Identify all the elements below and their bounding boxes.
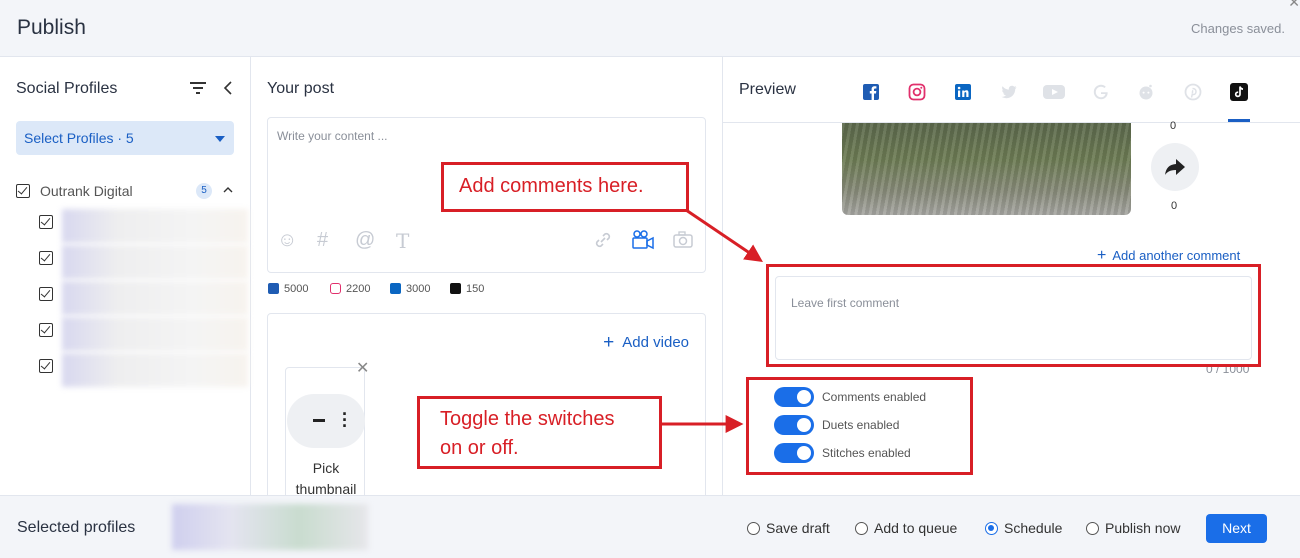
- minus-icon[interactable]: [313, 419, 325, 422]
- camera-icon[interactable]: [673, 231, 693, 249]
- profile-avatar: [62, 245, 248, 279]
- toggle-callout-line1: Toggle the switches: [440, 408, 615, 430]
- preview-title: Preview: [739, 81, 796, 98]
- profile-avatar: [62, 209, 248, 243]
- plus-icon: +: [603, 332, 615, 353]
- tab-twitter-icon[interactable]: [1000, 83, 1018, 101]
- group-count-badge: 5: [196, 183, 212, 199]
- radio-selected-icon[interactable]: [985, 522, 998, 535]
- group-checkbox[interactable]: [16, 184, 30, 198]
- profile-group[interactable]: Outrank Digital 5: [16, 181, 246, 201]
- add-to-queue-option[interactable]: Add to queue: [855, 520, 957, 536]
- comment-highlight-box: [766, 264, 1261, 367]
- chevron-left-icon[interactable]: [222, 81, 234, 95]
- add-another-comment-button[interactable]: + Add another comment: [1097, 247, 1240, 265]
- toggles-highlight-box: [746, 377, 973, 475]
- plus-icon: +: [1097, 247, 1107, 264]
- comments-callout: Add comments here.: [441, 162, 689, 212]
- tab-linkedin-icon[interactable]: [954, 83, 972, 101]
- comments-callout-text: Add comments here.: [459, 175, 644, 197]
- instagram-icon: [330, 283, 341, 294]
- share-arrow-icon: [1165, 159, 1185, 175]
- chevron-up-icon[interactable]: [223, 185, 233, 195]
- page-title: Publish: [17, 16, 86, 39]
- post-title: Your post: [267, 80, 335, 97]
- profile-checkbox[interactable]: [39, 287, 53, 301]
- tiktok-limit: 150: [450, 283, 484, 295]
- next-button[interactable]: Next: [1206, 514, 1267, 543]
- profile-checkbox[interactable]: [39, 359, 53, 373]
- save-status: Changes saved.: [1191, 21, 1285, 36]
- close-icon[interactable]: ✕: [1288, 0, 1300, 11]
- link-icon[interactable]: [594, 231, 612, 249]
- profile-row[interactable]: [39, 317, 249, 351]
- toggle-callout: Toggle the switches on or off.: [417, 396, 662, 469]
- active-tab-indicator: [1228, 119, 1250, 122]
- tab-tiktok-icon[interactable]: [1230, 83, 1248, 101]
- like-count: 0: [1170, 120, 1177, 132]
- content-placeholder: Write your content ...: [277, 129, 388, 143]
- footer-bar: Selected profiles Save draft Add to queu…: [0, 495, 1300, 558]
- profile-row[interactable]: [39, 281, 249, 315]
- tab-facebook-icon[interactable]: [862, 83, 880, 101]
- tab-google-icon[interactable]: [1092, 83, 1110, 101]
- publish-now-option[interactable]: Publish now: [1086, 520, 1181, 536]
- preview-tabs: Preview: [723, 57, 1300, 123]
- save-draft-option[interactable]: Save draft: [747, 520, 830, 536]
- select-profiles-label: Select Profiles · 5: [24, 130, 134, 146]
- more-options-icon[interactable]: · · ·: [342, 405, 348, 435]
- linkedin-icon: [390, 283, 401, 294]
- tab-pinterest-icon[interactable]: [1184, 83, 1202, 101]
- share-button[interactable]: [1151, 143, 1199, 191]
- radio-icon[interactable]: [855, 522, 868, 535]
- schedule-option[interactable]: Schedule: [985, 520, 1062, 536]
- facebook-limit: 5000: [268, 283, 308, 295]
- selected-profiles-label: Selected profiles: [17, 519, 136, 536]
- group-name: Outrank Digital: [40, 183, 133, 199]
- profile-checkbox[interactable]: [39, 323, 53, 337]
- mention-icon[interactable]: @: [355, 229, 375, 252]
- radio-icon[interactable]: [747, 522, 760, 535]
- profile-avatar: [62, 317, 248, 351]
- thumbnail-controls: · · ·: [287, 394, 365, 448]
- thumbnail-card[interactable]: · · · Pick thumbnail: [285, 367, 365, 507]
- profile-row[interactable]: [39, 245, 249, 279]
- facebook-icon: [268, 283, 279, 294]
- toggle-callout-line2: on or off.: [440, 437, 519, 459]
- tab-reddit-icon[interactable]: [1137, 83, 1155, 101]
- profile-checkbox[interactable]: [39, 215, 53, 229]
- profile-checkbox[interactable]: [39, 251, 53, 265]
- select-profiles-dropdown[interactable]: Select Profiles · 5: [16, 121, 234, 155]
- profile-avatar: [62, 281, 248, 315]
- video-camera-icon[interactable]: [632, 230, 654, 250]
- emoji-icon[interactable]: ☺: [277, 229, 297, 252]
- pick-thumbnail-label: Pick thumbnail: [295, 460, 357, 497]
- header: Publish Changes saved. ✕: [0, 0, 1300, 57]
- social-profiles-title: Social Profiles: [16, 80, 118, 97]
- hashtag-icon[interactable]: #: [317, 229, 328, 252]
- video-preview: [842, 123, 1131, 215]
- remove-video-icon[interactable]: ✕: [356, 358, 369, 378]
- social-profiles-panel: Social Profiles Select Profiles · 5 Outr…: [0, 57, 251, 495]
- tab-instagram-icon[interactable]: [908, 83, 926, 101]
- profile-row[interactable]: [39, 353, 249, 387]
- caret-down-icon: [215, 136, 225, 142]
- filter-icon[interactable]: [190, 81, 206, 95]
- add-video-button[interactable]: + Add video: [603, 332, 689, 354]
- selected-profile-avatars: [172, 504, 368, 550]
- radio-icon[interactable]: [1086, 522, 1099, 535]
- text-format-icon[interactable]: T: [396, 229, 409, 253]
- profile-row[interactable]: [39, 209, 249, 243]
- tab-youtube-icon[interactable]: [1042, 83, 1066, 101]
- linkedin-limit: 3000: [390, 283, 430, 295]
- instagram-limit: 2200: [330, 283, 370, 295]
- profile-avatar: [62, 353, 248, 387]
- share-count: 0: [1171, 200, 1178, 212]
- tiktok-icon: [450, 283, 461, 294]
